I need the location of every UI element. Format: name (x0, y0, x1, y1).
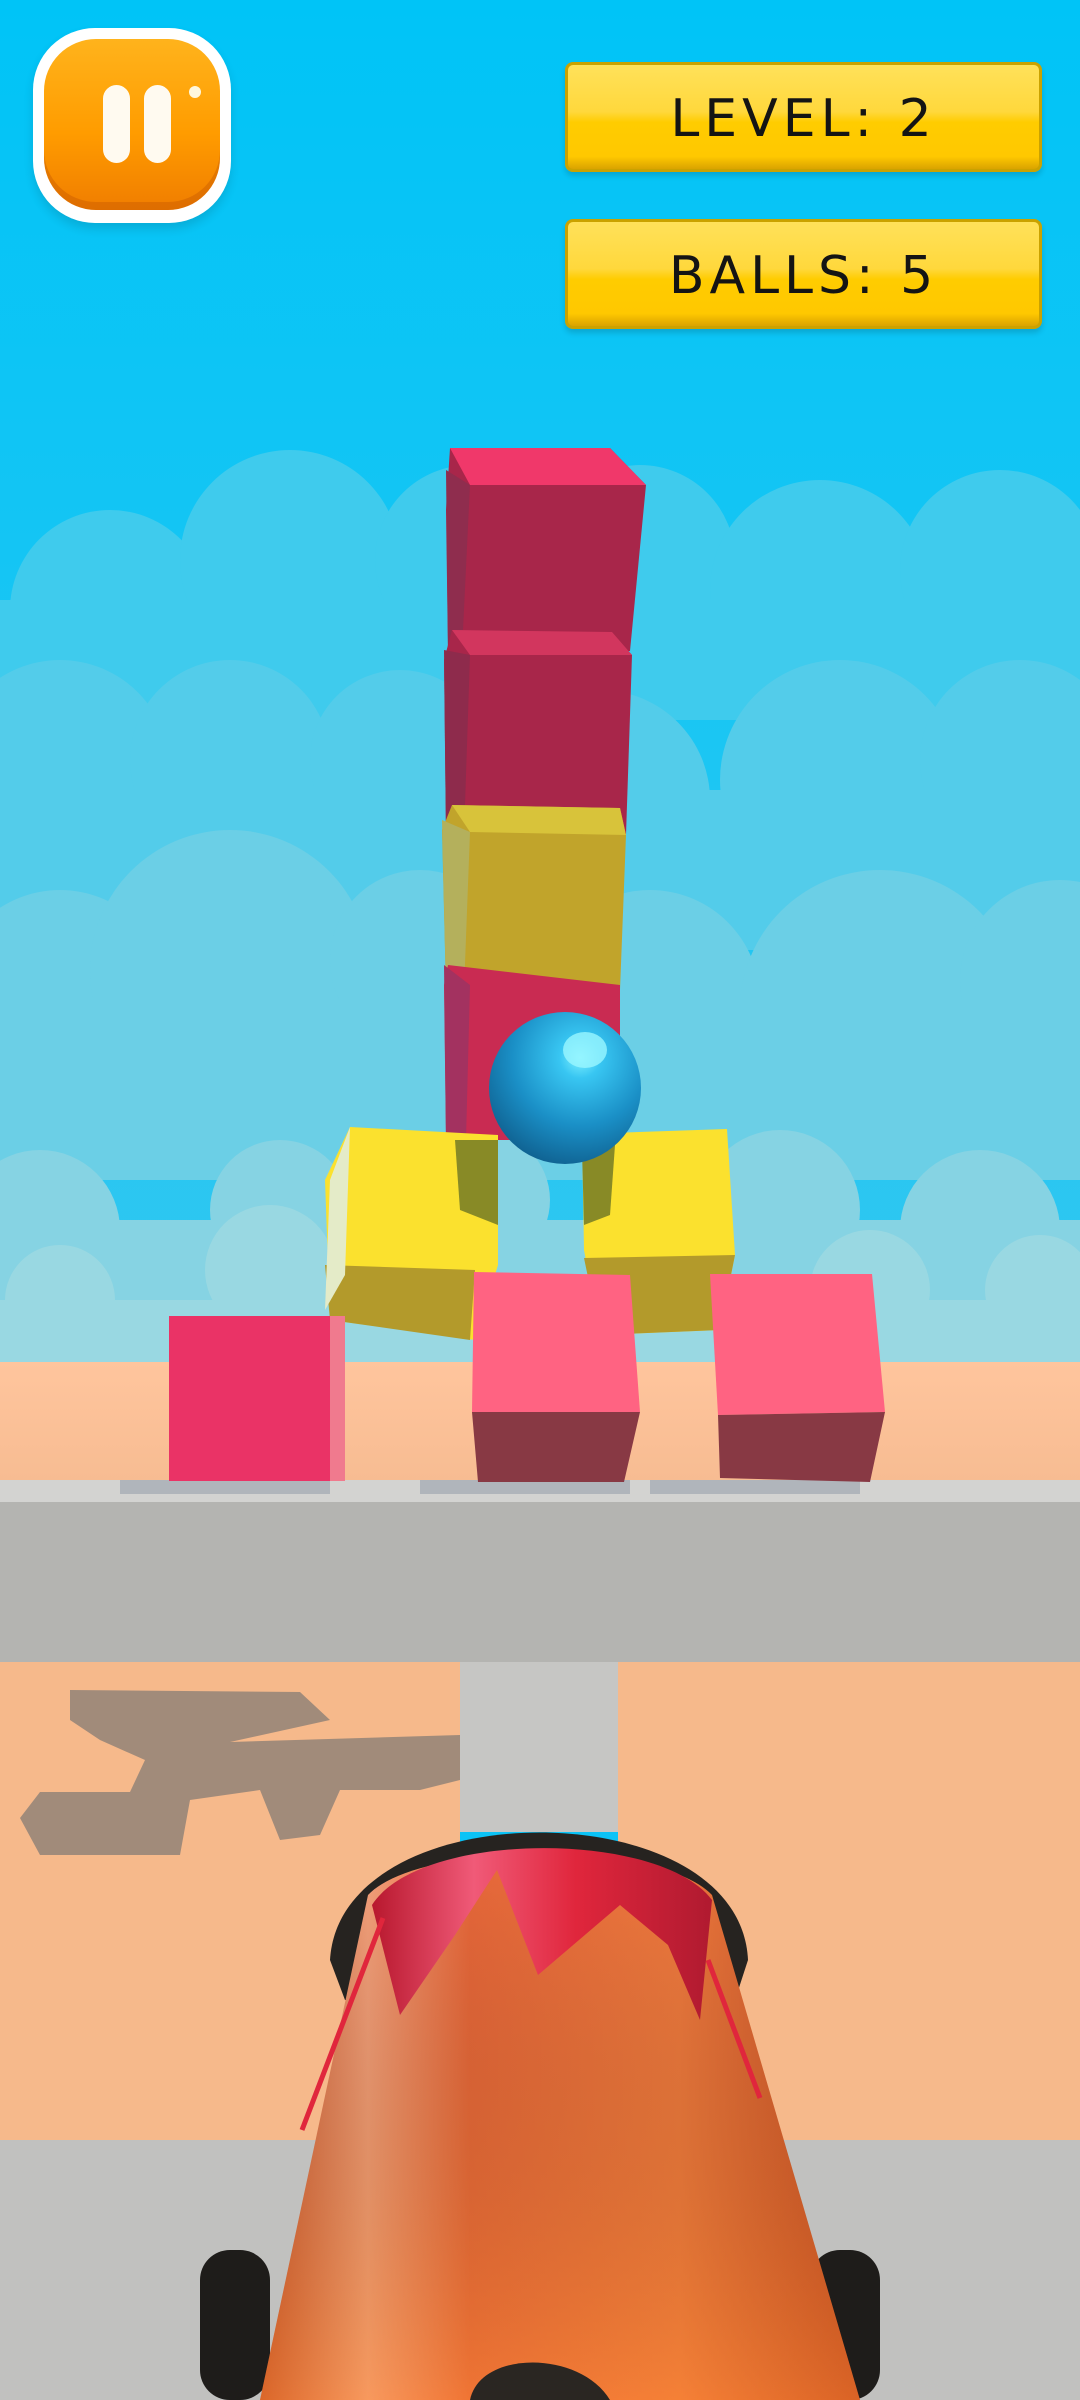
pause-button[interactable] (33, 28, 231, 223)
pause-button-shine (189, 86, 201, 98)
block-pink-middle (472, 1272, 640, 1482)
block-mustard (442, 805, 626, 990)
game-scene[interactable] (0, 0, 1080, 2400)
level-text: LEVEL: 2 (670, 89, 937, 149)
block-crimson-2 (444, 630, 632, 835)
pause-icon (103, 85, 130, 163)
pause-icon-bar (144, 85, 171, 163)
platform-shadows (120, 1480, 860, 1494)
level-indicator: LEVEL: 2 (565, 62, 1042, 172)
balls-text: BALLS: 5 (668, 246, 939, 306)
ball-highlight (563, 1032, 607, 1068)
block-pink-right (710, 1274, 885, 1482)
balls-counter: BALLS: 5 (565, 219, 1042, 329)
block-top-crimson (446, 448, 646, 651)
block-magenta-left (169, 1316, 345, 1481)
ball (489, 1012, 641, 1164)
pause-button-face (44, 39, 220, 210)
